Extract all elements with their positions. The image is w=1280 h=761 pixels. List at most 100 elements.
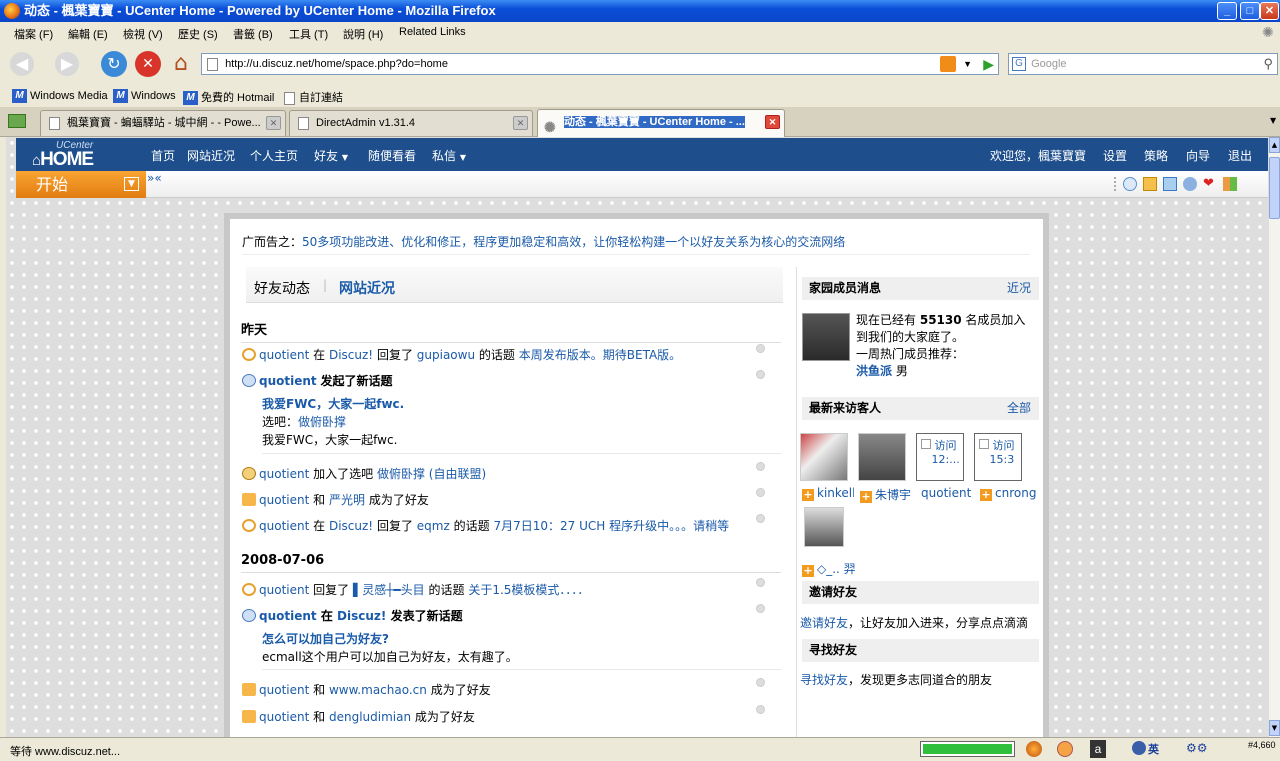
chevron-down-icon[interactable]: ▼ (124, 177, 139, 191)
menu-view[interactable]: 檢視 (V) (123, 26, 163, 42)
visitor-avatar[interactable] (858, 433, 906, 481)
remove-icon[interactable] (756, 678, 765, 687)
toolbar-divider (1114, 177, 1117, 191)
nav-settings[interactable]: 设置 (1103, 147, 1127, 164)
ime-status-icon[interactable] (1132, 741, 1146, 755)
vertical-scrollbar[interactable]: ▲ ▼ (1268, 137, 1280, 737)
invite-link[interactable]: 邀请好友 (800, 616, 848, 630)
menu-bookmarks[interactable]: 書籤 (B) (233, 26, 273, 42)
visitor-name[interactable]: quotient (921, 486, 971, 500)
menu-help[interactable]: 說明 (H) (343, 26, 383, 42)
apps-icon[interactable] (1223, 177, 1237, 191)
back-icon[interactable]: ◀ (10, 52, 34, 76)
tab-active[interactable]: ✺ 动态 - 楓葉寶寶 - UCenter Home - ... ✕ (537, 109, 785, 137)
expand-icon[interactable]: »« (147, 171, 162, 185)
window-title: 动态 - 楓葉寶寶 - UCenter Home - Powered by UC… (24, 3, 496, 18)
tab-2[interactable]: DirectAdmin v1.31.4 ✕ (289, 110, 533, 136)
visitor-avatar-placeholder[interactable]: 访问 15:3 (974, 433, 1022, 481)
start-button[interactable]: 开始 ▼ (16, 171, 146, 198)
nav-logout[interactable]: 退出 (1228, 147, 1252, 164)
url-dropdown-icon[interactable]: ▼ (963, 54, 972, 74)
search-input[interactable]: G Google ⚲ (1008, 53, 1278, 75)
photo-icon[interactable] (1163, 177, 1177, 191)
topic-title-link[interactable]: 我爱FWC，大家一起fwc. (262, 395, 404, 412)
url-input[interactable]: http://u.discuz.net/home/space.php?do=ho… (201, 53, 999, 75)
visitor-name[interactable]: +kinkelly (802, 486, 854, 501)
forward-icon[interactable]: ▶ (55, 52, 79, 76)
notice-icon[interactable] (1143, 177, 1157, 191)
window-titlebar[interactable]: 动态 - 楓葉寶寶 - UCenter Home - Powered by UC… (0, 0, 1280, 22)
bookmark-windows-media[interactable]: M Windows Media (12, 89, 108, 103)
nav-guide[interactable]: 向导 (1186, 147, 1210, 164)
minimize-button[interactable]: _ (1217, 2, 1237, 20)
remove-icon[interactable] (756, 488, 765, 497)
tray-icons[interactable]: ⚙⚙ (1186, 741, 1226, 755)
ime-icon[interactable]: a (1090, 740, 1106, 758)
tab-1[interactable]: 楓葉寶寶 - 蝙蝠驛站 - 城中網 - - Powe... ✕ (40, 110, 286, 136)
remove-icon[interactable] (756, 344, 765, 353)
find-link[interactable]: 寻找好友 (800, 673, 848, 687)
visitor-avatar[interactable] (800, 433, 848, 481)
tab-site-feed[interactable]: 网站近况 (339, 278, 395, 298)
menu-edit[interactable]: 編輯 (E) (68, 26, 108, 42)
remove-icon[interactable] (756, 514, 765, 523)
scroll-thumb[interactable] (1269, 157, 1280, 219)
visitor-name[interactable]: + cnrong (980, 486, 1036, 501)
visitor-name[interactable]: + ◇_.. 羿 (802, 560, 856, 577)
friends-icon[interactable] (1183, 177, 1197, 191)
topic-title-link[interactable]: 怎么可以加自己为好友? (262, 630, 389, 647)
bookmark-custom-links[interactable]: 自訂連結 (284, 89, 343, 105)
remove-icon[interactable] (756, 604, 765, 613)
hearts-icon[interactable]: ❤ (1203, 176, 1214, 191)
nav-policy[interactable]: 策略 (1144, 147, 1168, 164)
maximize-button[interactable]: □ (1240, 2, 1260, 20)
rss-icon[interactable] (940, 56, 956, 72)
reload-icon[interactable]: ↻ (101, 51, 127, 77)
go-icon[interactable]: ▶ (983, 54, 994, 74)
remove-icon[interactable] (756, 462, 765, 471)
remove-icon[interactable] (756, 705, 765, 714)
menu-tools[interactable]: 工具 (T) (289, 26, 328, 42)
announcement-link[interactable]: 50多项功能改进、优化和修正，程序更加稳定和高效，让你轻松构建一个以好友关系为核… (302, 235, 845, 249)
bookmark-windows[interactable]: M Windows (113, 89, 176, 103)
visitor-avatar[interactable] (804, 507, 844, 547)
remove-icon[interactable] (756, 578, 765, 587)
tab-friend-feed[interactable]: 好友动态 (254, 278, 310, 298)
menu-history[interactable]: 歷史 (S) (178, 26, 218, 42)
reply-icon (242, 519, 256, 532)
lang-icon[interactable]: 英 (1148, 741, 1159, 757)
visitor-name[interactable]: + 朱博宇 (860, 486, 916, 503)
addon-icon[interactable] (1026, 741, 1042, 757)
bookmark-hotmail[interactable]: M 免費的 Hotmail (183, 89, 274, 106)
nav-profile[interactable]: 个人主页 (250, 147, 298, 164)
avatar[interactable] (802, 313, 850, 361)
hot-user-link[interactable]: 洪鱼派 (856, 364, 892, 378)
scroll-down-icon[interactable]: ▼ (1269, 720, 1280, 736)
nav-home[interactable]: 首页 (151, 147, 175, 164)
close-tab-icon[interactable]: ✕ (513, 116, 528, 130)
remove-icon[interactable] (756, 370, 765, 379)
nav-messages[interactable]: 私信 ▼ (432, 147, 466, 164)
scroll-up-icon[interactable]: ▲ (1269, 137, 1280, 153)
stop-icon[interactable]: ✕ (135, 51, 161, 77)
search-icon[interactable]: ⚲ (1263, 54, 1273, 74)
throbber-icon: ✺ (1262, 24, 1274, 40)
close-button[interactable]: ✕ (1260, 2, 1279, 20)
nav-site-news[interactable]: 网站近况 (187, 147, 235, 164)
visitor-avatar-placeholder[interactable]: 访问 12:... (916, 433, 964, 481)
welcome-user[interactable]: 欢迎您，楓葉寶寶 (990, 147, 1086, 164)
close-tab-icon[interactable]: ✕ (765, 115, 780, 129)
tab-list-icon[interactable]: ▼ (1270, 116, 1276, 125)
nav-friends[interactable]: 好友 ▼ (314, 147, 348, 164)
visitors-more-link[interactable]: 全部 (1007, 397, 1031, 420)
menu-related-links[interactable]: Related Links (399, 26, 466, 38)
close-tab-icon[interactable]: ✕ (266, 116, 281, 130)
chat-icon[interactable] (1123, 177, 1137, 191)
google-icon[interactable]: G (1012, 57, 1026, 71)
face-icon[interactable] (1057, 741, 1073, 757)
menu-file[interactable]: 檔案 (F) (14, 26, 53, 42)
members-more-link[interactable]: 近况 (1007, 277, 1031, 300)
home-icon[interactable]: ⌂ (168, 51, 194, 77)
new-tab-icon[interactable] (8, 114, 26, 128)
nav-browse[interactable]: 随便看看 (368, 147, 416, 164)
